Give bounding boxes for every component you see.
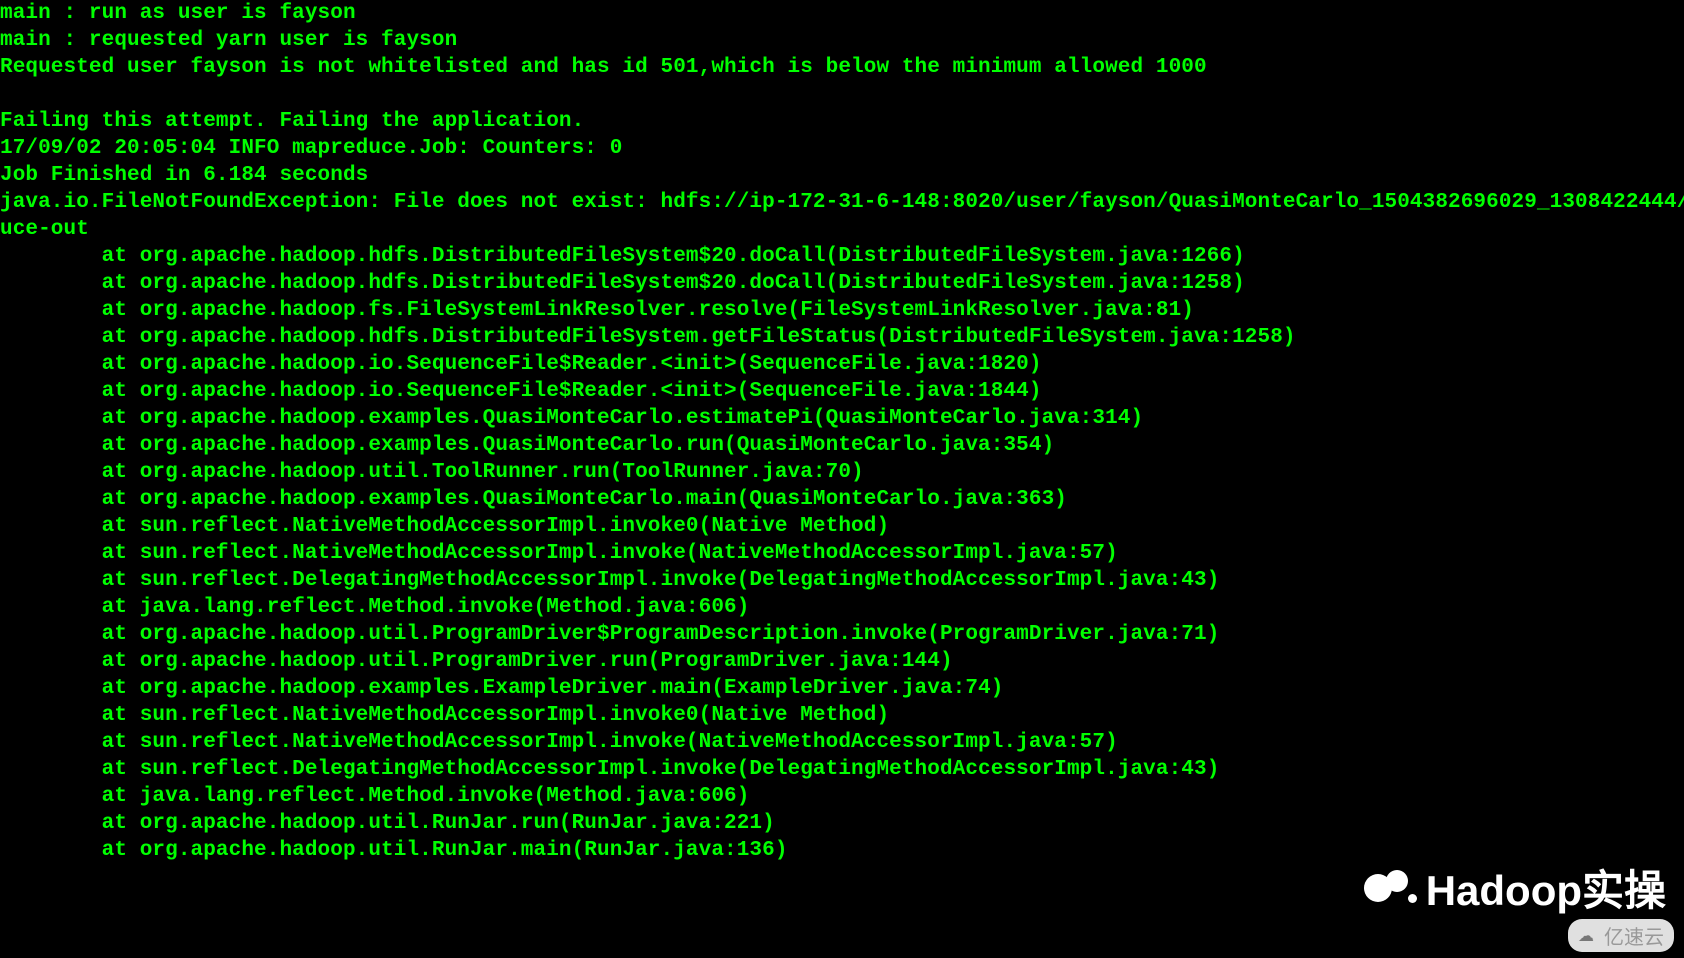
terminal-line: at org.apache.hadoop.util.ToolRunner.run… xyxy=(0,459,1684,486)
terminal-line: at java.lang.reflect.Method.invoke(Metho… xyxy=(0,783,1684,810)
terminal-line: at sun.reflect.NativeMethodAccessorImpl.… xyxy=(0,702,1684,729)
terminal-line: at org.apache.hadoop.hdfs.DistributedFil… xyxy=(0,324,1684,351)
terminal-line: main : requested yarn user is fayson xyxy=(0,27,1684,54)
terminal-line: at org.apache.hadoop.io.SequenceFile$Rea… xyxy=(0,378,1684,405)
terminal-line: at org.apache.hadoop.hdfs.DistributedFil… xyxy=(0,243,1684,270)
terminal-line: Job Finished in 6.184 seconds xyxy=(0,162,1684,189)
terminal-line: at sun.reflect.DelegatingMethodAccessorI… xyxy=(0,756,1684,783)
terminal-line: at org.apache.hadoop.hdfs.DistributedFil… xyxy=(0,270,1684,297)
terminal-line: at org.apache.hadoop.util.ProgramDriver$… xyxy=(0,621,1684,648)
terminal-line: at sun.reflect.NativeMethodAccessorImpl.… xyxy=(0,540,1684,567)
terminal-output[interactable]: main : run as user is faysonmain : reque… xyxy=(0,0,1684,958)
terminal-line: at org.apache.hadoop.fs.FileSystemLinkRe… xyxy=(0,297,1684,324)
terminal-line: at org.apache.hadoop.util.ProgramDriver.… xyxy=(0,648,1684,675)
terminal-line: at org.apache.hadoop.examples.QuasiMonte… xyxy=(0,405,1684,432)
terminal-line: at org.apache.hadoop.util.RunJar.run(Run… xyxy=(0,810,1684,837)
terminal-line: at sun.reflect.NativeMethodAccessorImpl.… xyxy=(0,513,1684,540)
terminal-line: Requested user fayson is not whitelisted… xyxy=(0,54,1684,81)
terminal-line: at org.apache.hadoop.examples.QuasiMonte… xyxy=(0,432,1684,459)
terminal-line: main : run as user is fayson xyxy=(0,0,1684,27)
terminal-line xyxy=(0,81,1684,108)
terminal-line: Failing this attempt. Failing the applic… xyxy=(0,108,1684,135)
terminal-line: at org.apache.hadoop.examples.QuasiMonte… xyxy=(0,486,1684,513)
terminal-line: at sun.reflect.NativeMethodAccessorImpl.… xyxy=(0,729,1684,756)
terminal-line: at sun.reflect.DelegatingMethodAccessorI… xyxy=(0,567,1684,594)
terminal-line: uce-out xyxy=(0,216,1684,243)
terminal-line: 17/09/02 20:05:04 INFO mapreduce.Job: Co… xyxy=(0,135,1684,162)
terminal-line: at org.apache.hadoop.examples.ExampleDri… xyxy=(0,675,1684,702)
terminal-line: at java.lang.reflect.Method.invoke(Metho… xyxy=(0,594,1684,621)
terminal-line: at org.apache.hadoop.util.RunJar.main(Ru… xyxy=(0,837,1684,864)
terminal-line: at org.apache.hadoop.io.SequenceFile$Rea… xyxy=(0,351,1684,378)
terminal-line: java.io.FileNotFoundException: File does… xyxy=(0,189,1684,216)
